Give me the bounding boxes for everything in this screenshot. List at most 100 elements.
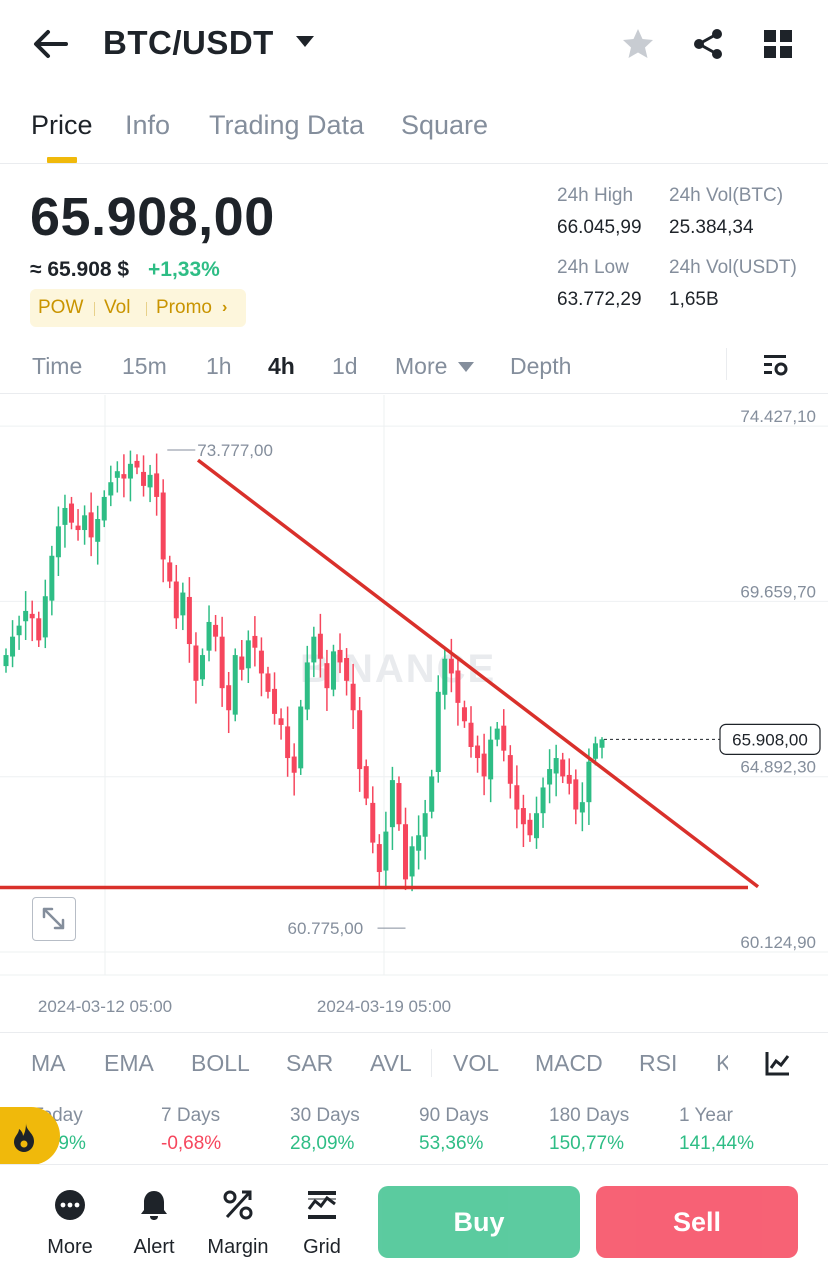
candle-body (344, 658, 350, 681)
buy-button[interactable]: Buy (378, 1186, 580, 1258)
candle-body (304, 662, 310, 710)
interval-15m[interactable]: 15m (122, 353, 167, 380)
x-axis-tick-label: 2024-03-19 05:00 (317, 997, 451, 1016)
candle-body (272, 688, 278, 714)
candle-body (62, 507, 68, 525)
price-change-percent: +1,33% (148, 258, 220, 281)
candle-body (199, 655, 205, 680)
perf-1y-value: 141,44% (679, 1133, 755, 1154)
indicator-rsi[interactable]: RSI (639, 1050, 677, 1077)
candle-body (579, 802, 585, 813)
watermark-text: BINANCE (300, 647, 496, 691)
candle-body (376, 844, 382, 873)
alert-label[interactable]: Alert (114, 1236, 194, 1259)
candle-body (363, 766, 369, 799)
indicator-ma[interactable]: MA (31, 1050, 66, 1077)
indicator-sar[interactable]: SAR (286, 1050, 333, 1077)
tab-square[interactable]: Square (401, 110, 488, 141)
candle-body (520, 808, 526, 825)
stat-24h-high-value: 66.045,99 (557, 217, 642, 238)
tab-info[interactable]: Info (125, 110, 170, 141)
last-price: 65.908,00 (30, 187, 275, 247)
tag-divider (146, 302, 147, 316)
y-axis-tick-label: 64.892,30 (740, 758, 816, 777)
expand-icon[interactable] (32, 897, 76, 941)
candle-body (389, 780, 395, 828)
candle-body (219, 636, 225, 689)
margin-label[interactable]: Margin (198, 1236, 278, 1259)
y-axis-tick-label: 60.124,90 (740, 933, 816, 952)
y-axis-tick-label: 69.659,70 (740, 582, 816, 601)
indicator-boll[interactable]: BOLL (191, 1050, 250, 1077)
candle-body (29, 613, 35, 619)
grid-icon[interactable] (762, 28, 794, 60)
divider (431, 1049, 432, 1077)
candle-body (501, 725, 507, 751)
pair-selector[interactable]: BTC/USDT (103, 24, 274, 62)
chevron-right-icon[interactable]: › (222, 299, 227, 317)
candle-body (396, 783, 402, 825)
grid-label[interactable]: Grid (282, 1236, 362, 1259)
tab-bar: Price Info Trading Data Square (0, 100, 828, 164)
price-chart[interactable]: BINANCE 73.777,00 60.775,00 74.427,10 69.659… (0, 395, 828, 1020)
candle-body (10, 636, 16, 657)
more-label[interactable]: More (30, 1236, 110, 1259)
candle-body (350, 683, 356, 711)
more-dots-icon[interactable] (53, 1188, 87, 1222)
x-axis-tick-label: 2024-03-12 05:00 (38, 997, 172, 1016)
candlestick-chart[interactable]: BINANCE 73.777,00 60.775,00 74.427,10 69.659… (0, 395, 828, 1020)
tab-price[interactable]: Price (31, 110, 93, 141)
tab-trading-data[interactable]: Trading Data (209, 110, 364, 141)
candle-body (383, 831, 389, 871)
performance-strip: Today 1,39% 7 Days -0,68% 30 Days 28,09%… (0, 1093, 828, 1165)
sell-button[interactable]: Sell (596, 1186, 798, 1258)
margin-percent-icon[interactable] (221, 1188, 255, 1222)
chart-settings-icon[interactable] (762, 352, 790, 380)
indicator-macd[interactable]: MACD (535, 1050, 603, 1077)
candle-body (435, 691, 441, 773)
candle-body (448, 658, 454, 674)
tag-pow[interactable]: POW (38, 297, 83, 319)
interval-4h[interactable]: 4h (268, 353, 295, 380)
tag-row[interactable]: POW Vol Promo › (30, 289, 246, 327)
stat-24h-vol-usdt-label: 24h Vol(USDT) (669, 257, 797, 278)
fire-badge[interactable] (0, 1107, 60, 1164)
candle-body (317, 633, 323, 659)
candle-body (422, 813, 428, 837)
candle-body (291, 756, 297, 773)
caret-down-icon[interactable] (458, 362, 474, 372)
interval-time[interactable]: Time (32, 353, 82, 380)
interval-depth[interactable]: Depth (510, 353, 571, 380)
candle-body (599, 739, 605, 748)
tag-promo[interactable]: Promo (156, 297, 212, 319)
tag-vol[interactable]: Vol (104, 297, 130, 319)
top-bar: BTC/USDT (0, 0, 828, 90)
interval-1d[interactable]: 1d (332, 353, 358, 380)
star-icon[interactable] (620, 26, 656, 62)
divider (726, 348, 727, 380)
interval-bar: Time 15m 1h 4h 1d More Depth (0, 340, 828, 394)
interval-more[interactable]: More (395, 353, 447, 380)
candle-body (258, 650, 264, 674)
candle-body (252, 635, 258, 648)
share-icon[interactable] (690, 26, 726, 62)
indicator-settings-icon[interactable] (764, 1049, 792, 1077)
indicator-vol[interactable]: VOL (453, 1050, 499, 1077)
candle-body (337, 649, 343, 663)
candle-body (429, 776, 435, 812)
indicator-avl[interactable]: AVL (370, 1050, 412, 1077)
current-price-label: 65.908,00 (732, 730, 808, 749)
candle-body (49, 555, 55, 601)
price-usd-approx: ≈ 65.908 $ (30, 258, 130, 281)
grid-bot-icon[interactable] (305, 1188, 339, 1222)
candle-body (173, 581, 179, 619)
indicator-kdj[interactable]: KDJ (716, 1050, 728, 1077)
candle-body (592, 743, 598, 759)
interval-1h[interactable]: 1h (206, 353, 232, 380)
candle-body (586, 761, 592, 803)
caret-down-icon[interactable] (296, 36, 314, 47)
indicator-ema[interactable]: EMA (104, 1050, 154, 1077)
bell-icon[interactable] (137, 1188, 171, 1222)
perf-1y-label: 1 Year (679, 1105, 733, 1126)
back-arrow-icon[interactable] (30, 26, 70, 62)
